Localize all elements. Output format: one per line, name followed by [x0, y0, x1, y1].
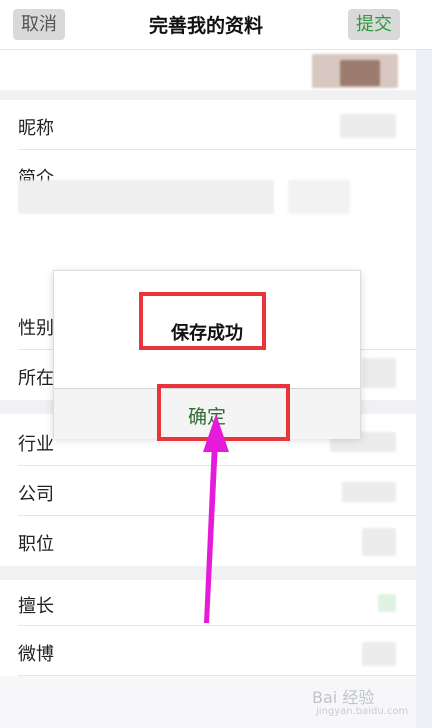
message-highlight-box: [139, 292, 266, 350]
form-row-expertise[interactable]: 擅长: [0, 580, 416, 626]
avatar-shade: [340, 60, 380, 86]
form-row-company[interactable]: 公司: [0, 466, 416, 516]
expertise-label: 擅长: [18, 596, 54, 617]
position-label: 职位: [18, 534, 54, 555]
company-label: 公司: [18, 484, 54, 505]
location-value: [362, 358, 396, 388]
weibo-value: [362, 642, 396, 666]
confirm-highlight-box: [157, 384, 290, 441]
watermark: Bai 经验 jingyan.baidu.com: [312, 684, 408, 717]
expertise-value: [378, 594, 396, 612]
industry-label: 行业: [18, 434, 54, 455]
section-divider: [0, 566, 416, 580]
avatar-row[interactable]: [0, 50, 416, 90]
form-row-nickname[interactable]: 昵称: [0, 100, 416, 150]
nickname-label: 昵称: [18, 118, 54, 139]
form-row-position[interactable]: 职位: [0, 516, 416, 566]
weibo-label: 微博: [18, 644, 54, 665]
scrollbar-track[interactable]: [416, 0, 432, 728]
location-label: 所在: [18, 368, 54, 389]
form-row-intro[interactable]: 简介: [0, 150, 416, 270]
nickname-value: [340, 114, 396, 138]
watermark-brand: Bai 经验: [312, 688, 375, 707]
form-row-weibo[interactable]: 微博: [0, 626, 416, 676]
gender-label: 性别: [18, 318, 54, 339]
submit-button[interactable]: 提交: [348, 9, 400, 40]
position-value: [362, 528, 396, 556]
watermark-url: jingyan.baidu.com: [316, 706, 409, 717]
company-value: [342, 482, 396, 502]
nav-header: 取消 完善我的资料 提交: [0, 0, 432, 50]
section-divider: [0, 90, 416, 100]
intro-value: [18, 180, 274, 214]
intro-value-tail: [288, 180, 350, 214]
